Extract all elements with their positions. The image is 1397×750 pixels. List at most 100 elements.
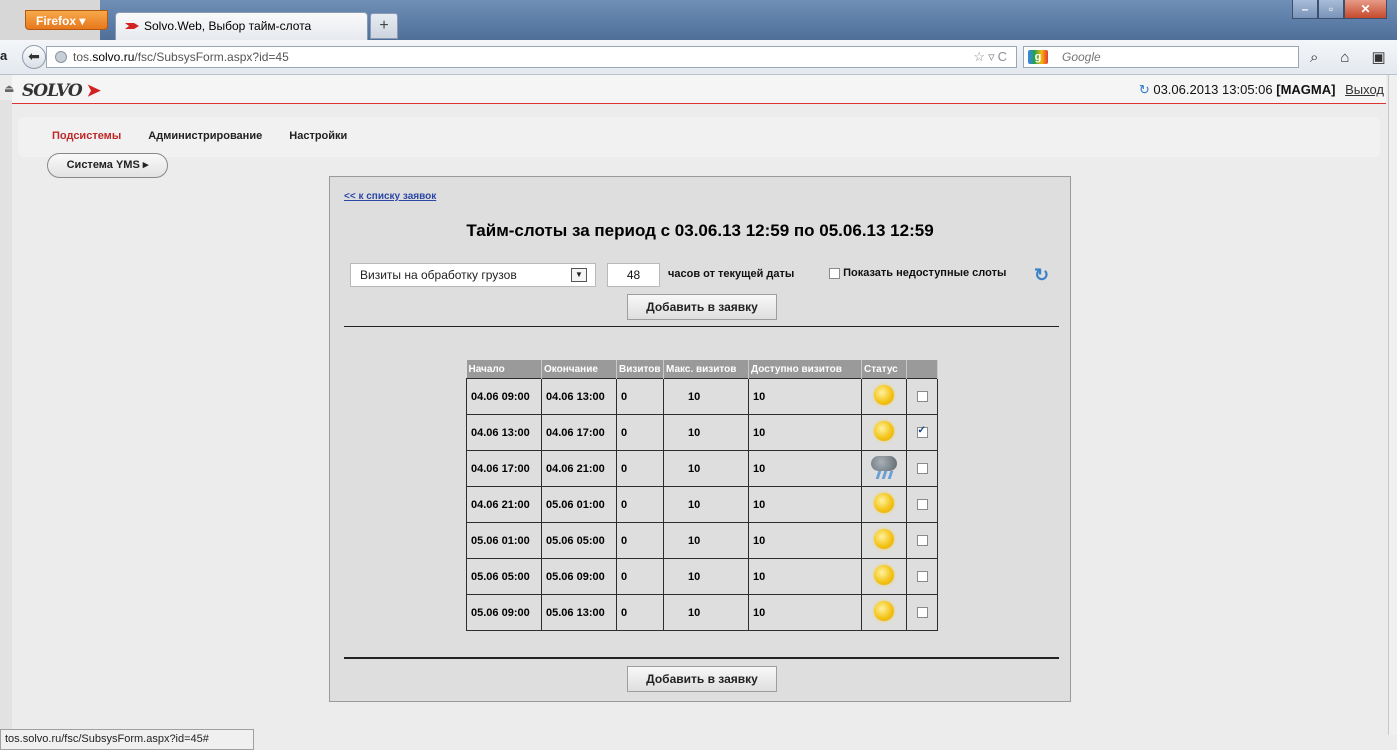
sun-icon: [874, 385, 894, 405]
refresh-icon[interactable]: ↻: [1139, 82, 1150, 97]
url-bar[interactable]: tos.solvo.ru/fsc/SubsysForm.aspx?id=45 ☆…: [46, 46, 1017, 68]
maximize-icon[interactable]: ▫: [1318, 0, 1344, 19]
home-icon[interactable]: ⌂: [1340, 49, 1349, 66]
col-available-visits: Доступно визитов: [748, 360, 862, 379]
cell-visits: 0: [616, 558, 664, 595]
slot-checkbox[interactable]: [916, 425, 928, 439]
slot-checkbox[interactable]: [916, 535, 928, 547]
table-row: 04.06 21:00 05.06 01:00 0 10 10: [466, 486, 938, 523]
cell-end: 05.06 09:00: [541, 558, 617, 595]
system-yms-button[interactable]: Система YMS ▸: [47, 153, 168, 178]
slot-checkbox[interactable]: [916, 391, 928, 403]
cell-select: [906, 558, 938, 595]
col-start: Начало: [466, 360, 542, 379]
status-bar: tos.solvo.ru/fsc/SubsysForm.aspx?id=45#: [0, 729, 254, 750]
page-title: Тайм-слоты за период с 03.06.13 12:59 по…: [466, 221, 934, 240]
cell-max-visits: 10: [663, 414, 749, 451]
app-header: ⏏ SOLVO ➤ ↻ 03.06.2013 13:05:06 [MAGMA] …: [4, 75, 1386, 104]
cell-visits: 0: [616, 450, 664, 487]
table-row: 05.06 09:00 05.06 13:00 0 10 10: [466, 594, 938, 631]
cell-end: 05.06 13:00: [541, 594, 617, 631]
col-end: Окончание: [541, 360, 617, 379]
menu-item-administration[interactable]: Администрирование: [148, 130, 262, 142]
logout-link[interactable]: Выход: [1345, 82, 1384, 97]
cell-end: 04.06 21:00: [541, 450, 617, 487]
search-icon[interactable]: ⌕: [1310, 49, 1318, 66]
cell-visits: 0: [616, 486, 664, 523]
cell-end: 05.06 05:00: [541, 522, 617, 559]
cell-available: 10: [748, 522, 862, 559]
visit-type-select[interactable]: Визиты на обработку грузов ▼: [350, 263, 596, 287]
cell-available: 10: [748, 378, 862, 415]
back-to-requests-link[interactable]: << к списку заявок: [344, 191, 436, 202]
menu-item-subsystems[interactable]: Подсистемы: [52, 130, 121, 142]
table-row: 04.06 13:00 04.06 17:00 0 10 10: [466, 414, 938, 451]
google-icon: g: [1028, 50, 1048, 64]
cell-available: 10: [748, 414, 862, 451]
cell-start: 05.06 09:00: [466, 594, 542, 631]
cell-visits: 0: [616, 522, 664, 559]
timeslot-table: Начало Окончание Визитов Макс. визитов Д…: [466, 360, 938, 631]
slot-checkbox[interactable]: [916, 499, 928, 511]
addons-icon[interactable]: ▣: [1371, 49, 1385, 66]
new-tab-button[interactable]: +: [370, 13, 398, 39]
url-path: /fsc/SubsysForm.aspx?id=45: [134, 50, 289, 64]
menu-item-settings[interactable]: Настройки: [289, 130, 347, 142]
sun-icon: [874, 565, 894, 585]
logo-text: SOLVO: [22, 81, 83, 101]
clipped-text: a: [0, 48, 8, 63]
cell-available: 10: [748, 486, 862, 523]
bookmark-star-icon[interactable]: ☆▿C: [973, 47, 1010, 67]
sun-icon: [874, 493, 894, 513]
cell-max-visits: 10: [663, 450, 749, 487]
hours-label: часов от текущей даты: [668, 268, 795, 280]
timeslot-rows: 04.06 09:00 04.06 13:00 0 10 10 04.06 13:00 04…: [466, 378, 938, 631]
slot-checkbox[interactable]: [916, 463, 928, 475]
slot-checkbox[interactable]: [916, 607, 928, 619]
show-unavailable-label: Показать недоступные слоты: [843, 267, 1007, 279]
datetime: 03.06.2013 13:05:06: [1153, 82, 1273, 97]
chevron-down-icon[interactable]: ▼: [571, 268, 587, 282]
cell-end: 05.06 01:00: [541, 486, 617, 523]
hours-input[interactable]: 48: [607, 263, 660, 287]
cell-max-visits: 10: [663, 378, 749, 415]
firefox-button-label: Firefox: [36, 14, 77, 28]
globe-icon: [55, 51, 67, 63]
cell-status: [861, 522, 907, 559]
show-unavailable-toggle[interactable]: Показать недоступные слоты: [829, 267, 1006, 279]
firefox-menu-button[interactable]: Firefox ▾: [25, 10, 108, 30]
cell-start: 04.06 13:00: [466, 414, 542, 451]
col-visits: Визитов: [616, 360, 664, 379]
cell-select: [906, 450, 938, 487]
back-arrow-icon[interactable]: ⬅: [22, 45, 46, 69]
cell-status: [861, 414, 907, 451]
cell-status: [861, 378, 907, 415]
user-info: ↻ 03.06.2013 13:05:06 [MAGMA] Выход: [1139, 82, 1384, 98]
main-menu: Подсистемы Администрирование Настройки: [52, 130, 371, 142]
url-prefix: tos.: [73, 50, 93, 64]
browser-tab[interactable]: Solvo.Web, Выбор тайм-слота: [115, 12, 368, 40]
menu-bar: Подсистемы Администрирование Настройки: [18, 117, 1380, 157]
refresh-icon[interactable]: ↻: [1034, 265, 1049, 286]
minimize-icon[interactable]: –: [1292, 0, 1318, 19]
sun-icon: [874, 601, 894, 621]
table-row: 05.06 05:00 05.06 09:00 0 10 10: [466, 558, 938, 595]
search-input[interactable]: g Google: [1023, 46, 1299, 68]
eject-icon[interactable]: ⏏: [4, 82, 14, 95]
navigation-bar: ⬅ tos.solvo.ru/fsc/SubsysForm.aspx?id=45…: [0, 40, 1397, 75]
cell-available: 10: [748, 450, 862, 487]
search-placeholder: Google: [1062, 50, 1101, 64]
slot-checkbox[interactable]: [916, 571, 928, 583]
cell-select: [906, 594, 938, 631]
add-to-request-button[interactable]: Добавить в заявку: [627, 294, 777, 320]
scrollbar[interactable]: [1388, 75, 1397, 735]
left-edge: [0, 100, 12, 740]
timeslot-panel: << к списку заявок Тайм-слоты за период …: [329, 176, 1071, 702]
show-unavailable-checkbox[interactable]: [829, 267, 840, 279]
col-max-visits: Макс. визитов: [663, 360, 749, 379]
cell-select: [906, 486, 938, 523]
divider: [344, 657, 1059, 659]
add-to-request-button-bottom[interactable]: Добавить в заявку: [627, 666, 777, 692]
close-icon[interactable]: ✕: [1344, 0, 1387, 19]
cell-max-visits: 10: [663, 594, 749, 631]
